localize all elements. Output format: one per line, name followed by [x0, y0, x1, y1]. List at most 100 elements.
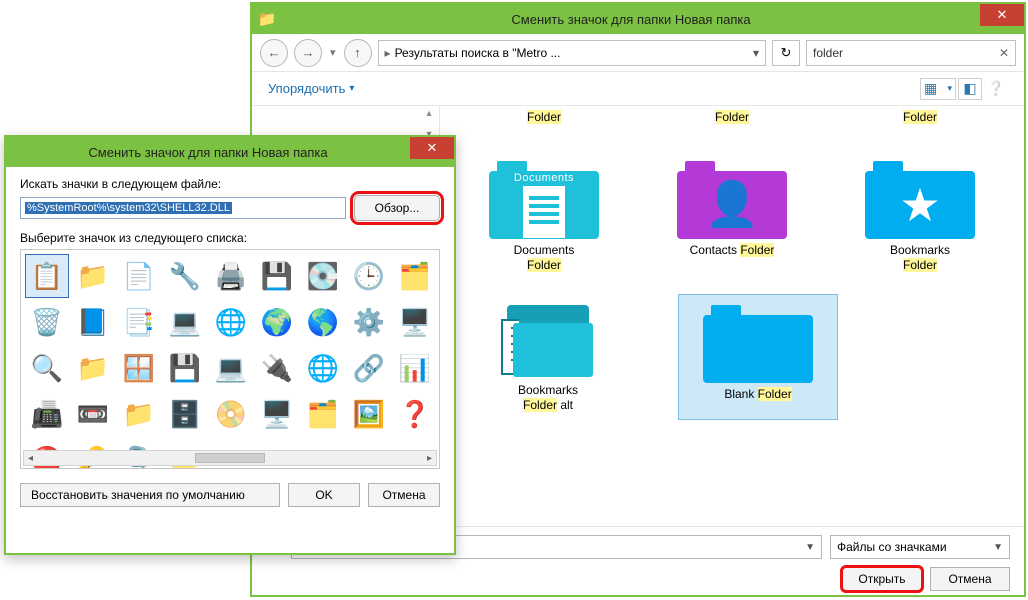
icon-option[interactable]: 🔗 — [347, 346, 391, 390]
list-label: Выберите значок из следующего списка: — [20, 231, 440, 245]
icon-option[interactable]: 💾 — [255, 254, 299, 298]
icon-option[interactable]: 🖥️ — [393, 300, 437, 344]
chevron-down-icon: ▾ — [947, 83, 952, 94]
icon-option[interactable]: 🗑️ — [25, 300, 69, 344]
icon-option[interactable]: 🗂️ — [301, 392, 345, 436]
icon-option[interactable]: 🗂️ — [393, 254, 437, 298]
change-icon-dialog: Сменить значок для папки Новая папка ✕ И… — [4, 135, 456, 555]
icon-option[interactable]: 📋 — [25, 254, 69, 298]
search-box[interactable]: folder ✕ — [806, 40, 1016, 66]
cancel-button[interactable]: Отмена — [368, 483, 440, 507]
star-icon: ★ — [899, 178, 940, 232]
icon-option[interactable]: 🖨️ — [209, 254, 253, 298]
folder-icon: 👤 — [677, 157, 787, 239]
folder-item-blank[interactable]: Blank Folder — [678, 294, 838, 420]
ok-button[interactable]: OK — [288, 483, 360, 507]
results-grid: Folder Folder Folder Documents — [440, 106, 1024, 526]
folder-item-bookmarks-alt[interactable]: Bookmarks Folder alt — [468, 294, 628, 420]
results-row: Bookmarks Folder alt Blank Folder — [450, 294, 1014, 420]
forward-button[interactable]: → — [294, 39, 322, 67]
icon-option[interactable]: 🕒 — [347, 254, 391, 298]
toolbar: Упорядочить ▾ ▦ ▾ ◧ ❔ — [252, 72, 1024, 106]
view-mode-dropdown[interactable]: ▦ ▾ — [920, 78, 956, 100]
icon-option[interactable]: 📄 — [117, 254, 161, 298]
file-dialog-titlebar[interactable]: 📁 Сменить значок для папки Новая папка ✕ — [252, 4, 1024, 34]
icon-option[interactable]: 📑 — [117, 300, 161, 344]
horizontal-scrollbar[interactable]: ◂▸ — [23, 450, 437, 466]
icon-option[interactable]: 🖥️ — [255, 392, 299, 436]
refresh-button[interactable]: ↻ — [772, 40, 800, 66]
cancel-button[interactable]: Отмена — [930, 567, 1010, 591]
icon-option[interactable]: 📁 — [71, 346, 115, 390]
chevron-down-icon: ▼ — [805, 542, 815, 553]
folder-item-documents[interactable]: Documents Documents Folder — [464, 150, 624, 280]
icon-option[interactable]: 📠 — [25, 392, 69, 436]
icon-option[interactable]: 📁 — [117, 392, 161, 436]
item-label: Documents Folder — [514, 243, 575, 273]
icon-option[interactable]: 💽 — [301, 254, 345, 298]
icon-dialog-title: Сменить значок для папки Новая папка — [6, 145, 410, 160]
icon-option[interactable]: ❓ — [393, 392, 437, 436]
icon-dialog-titlebar[interactable]: Сменить значок для папки Новая папка ✕ — [6, 137, 454, 167]
icon-option[interactable]: 🌎 — [301, 300, 345, 344]
results-row: Documents Documents Folder 👤 — [450, 150, 1014, 280]
history-dropdown[interactable]: ▾ — [328, 46, 338, 59]
icon-option[interactable]: 📊 — [393, 346, 437, 390]
file-dialog-title: Сменить значок для папки Новая папка — [282, 12, 980, 27]
truncated-row: Folder Folder Folder — [450, 110, 1014, 136]
filetype-combo[interactable]: Файлы со значками ▼ — [830, 535, 1010, 559]
icon-option[interactable]: 📼 — [71, 392, 115, 436]
item-label: Bookmarks Folder alt — [518, 383, 578, 413]
icon-path-input[interactable]: %SystemRoot%\system32\SHELL32.DLL — [20, 197, 346, 219]
icon-list[interactable]: 📋📁📄🔧🖨️💾💽🕒🗂️🗑️📘📑💻🌐🌍🌎⚙️🖥️🔍📁🪟💾💻🔌🌐🔗📊📠📼📁🗄️📀🖥️… — [20, 249, 440, 469]
search-label: Искать значки в следующем файле: — [20, 177, 440, 191]
icon-option[interactable]: 🌐 — [209, 300, 253, 344]
folder-item-bookmarks[interactable]: ★ Bookmarks Folder — [840, 150, 1000, 280]
icon-option[interactable]: 🌐 — [301, 346, 345, 390]
icon-option[interactable]: 🔍 — [25, 346, 69, 390]
icon-option[interactable]: 🔌 — [255, 346, 299, 390]
icon-option[interactable]: 🌍 — [255, 300, 299, 344]
folder-icon — [703, 301, 813, 383]
item-label: Bookmarks Folder — [890, 243, 950, 273]
arrange-menu[interactable]: Упорядочить ▾ — [268, 81, 354, 96]
icon-option[interactable]: 🗄️ — [163, 392, 207, 436]
up-button[interactable]: ↑ — [344, 39, 372, 67]
close-button[interactable]: ✕ — [980, 4, 1024, 26]
folder-icon — [501, 301, 596, 379]
icon-option[interactable]: 📀 — [209, 392, 253, 436]
icon-option[interactable]: ⚙️ — [347, 300, 391, 344]
preview-icon: ◧ — [963, 80, 976, 97]
item-label: Blank Folder — [724, 387, 791, 402]
icon-option[interactable]: 💻 — [163, 300, 207, 344]
folder-icon: Documents — [489, 157, 599, 239]
restore-defaults-button[interactable]: Восстановить значения по умолчанию — [20, 483, 280, 507]
icon-option[interactable]: 🔧 — [163, 254, 207, 298]
nav-row: ← → ▾ ↑ ▸ Результаты поиска в "Metro ...… — [252, 34, 1024, 72]
back-button[interactable]: ← — [260, 39, 288, 67]
item-label: Contacts Folder — [690, 243, 775, 258]
help-button[interactable]: ❔ — [984, 78, 1008, 100]
icon-option[interactable]: 📁 — [71, 254, 115, 298]
chevron-down-icon[interactable]: ▾ — [753, 46, 759, 60]
browse-button[interactable]: Обзор... — [354, 195, 440, 221]
chevron-down-icon: ▼ — [993, 542, 1003, 553]
chevron-down-icon: ▾ — [349, 83, 354, 94]
icon-option[interactable]: 🖼️ — [347, 392, 391, 436]
icon-option[interactable]: 💻 — [209, 346, 253, 390]
clear-search-icon[interactable]: ✕ — [999, 46, 1009, 60]
preview-pane-button[interactable]: ◧ — [958, 78, 982, 100]
folder-icon: 📁 — [252, 10, 282, 28]
folder-item-contacts[interactable]: 👤 Contacts Folder — [652, 150, 812, 280]
truncated-label: Folder — [903, 110, 937, 136]
open-button[interactable]: Открыть — [842, 567, 922, 591]
icon-option[interactable]: 💾 — [163, 346, 207, 390]
person-icon: 👤 — [705, 183, 760, 227]
breadcrumb-text: Результаты поиска в "Metro ... — [395, 46, 561, 60]
icon-option[interactable]: 🪟 — [117, 346, 161, 390]
truncated-label: Folder — [527, 110, 561, 136]
truncated-label: Folder — [715, 110, 749, 136]
icon-option[interactable]: 📘 — [71, 300, 115, 344]
breadcrumb[interactable]: ▸ Результаты поиска в "Metro ... ▾ — [378, 40, 766, 66]
close-button[interactable]: ✕ — [410, 137, 454, 159]
